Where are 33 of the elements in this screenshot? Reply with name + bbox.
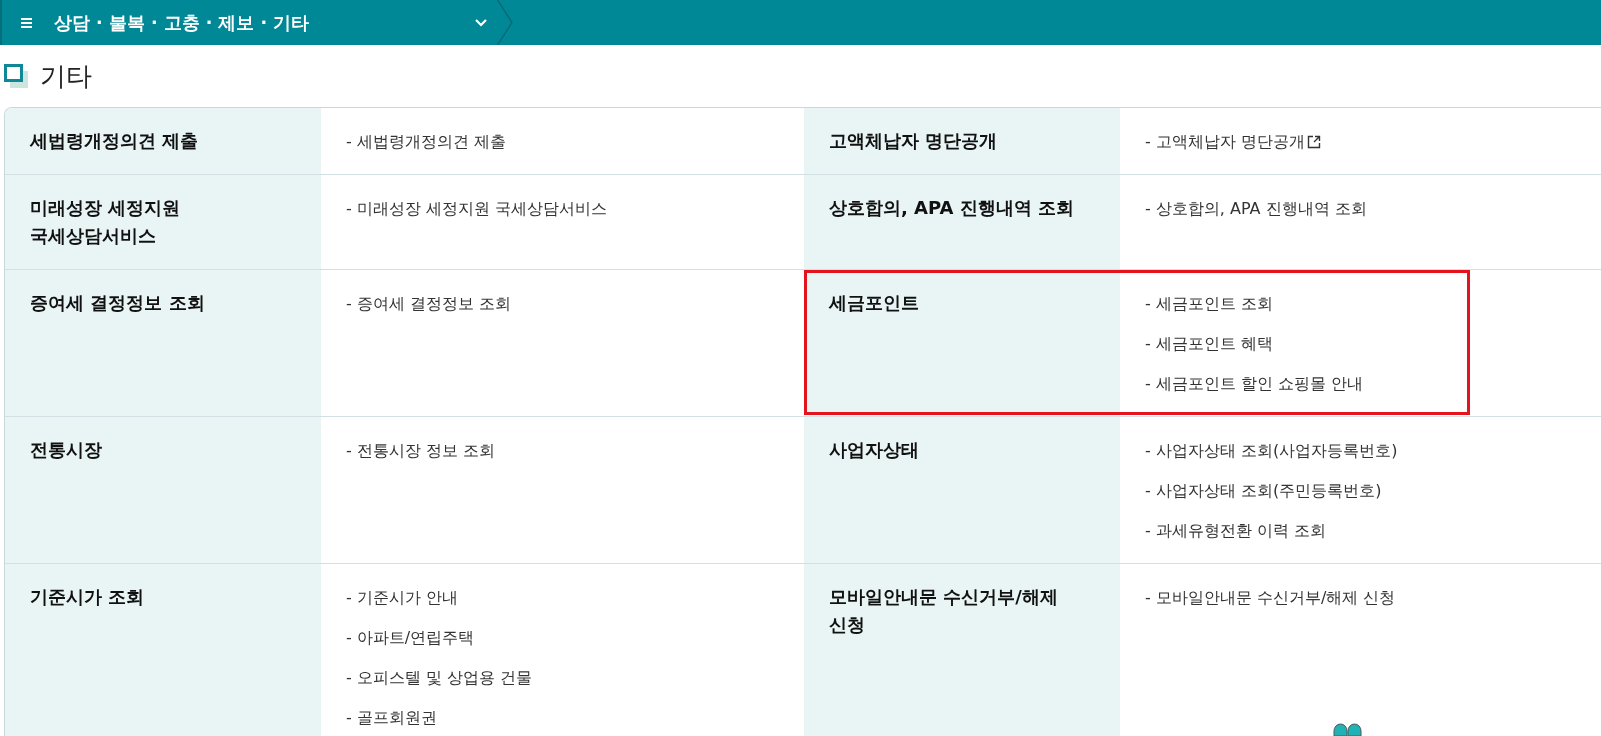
menu-link[interactable]: - 사업자상태 조회(사업자등록번호) xyxy=(1145,437,1398,465)
menu-link[interactable]: - 골프회원권 xyxy=(346,704,437,732)
category-label: 기준시가 조회 xyxy=(5,564,321,736)
category-label: 증여세 결정정보 조회 xyxy=(5,270,321,416)
ears-icon xyxy=(1333,723,1363,736)
menu-icon xyxy=(21,17,32,28)
page-title: 기타 xyxy=(40,60,92,92)
menu-link[interactable]: - 과세유형전환 이력 조회 xyxy=(1145,517,1327,545)
category-label: 사업자상태 xyxy=(804,417,1120,563)
square-bullet-icon xyxy=(4,64,28,88)
menu-link[interactable]: - 세금포인트 혜택 xyxy=(1145,330,1273,358)
menu-link[interactable]: - 세법령개정의견 제출 xyxy=(346,128,506,156)
category-label: 세금포인트 xyxy=(804,270,1120,416)
category-label: 미래성장 세정지원 국세상담서비스 xyxy=(5,175,321,269)
category-label: 상호합의, APA 진행내역 조회 xyxy=(804,175,1120,269)
menu-link[interactable]: - 기준시가 안내 xyxy=(346,584,458,612)
menu-link[interactable]: - 모바일안내문 수신거부/해제 신청 xyxy=(1145,584,1396,612)
menu-link[interactable]: - 전통시장 정보 조회 xyxy=(346,437,496,465)
chevron-down-icon xyxy=(475,18,487,27)
menu-link[interactable]: - 상호합의, APA 진행내역 조회 xyxy=(1145,195,1367,223)
menu-link[interactable]: - 세금포인트 할인 쇼핑몰 안내 xyxy=(1145,370,1364,398)
menu-link[interactable]: - 고액체납자 명단공개 xyxy=(1145,128,1321,156)
menu-link[interactable]: - 미래성장 세정지원 국세상담서비스 xyxy=(346,195,608,223)
menu-link[interactable]: - 증여세 결정정보 조회 xyxy=(346,290,512,318)
menu-dropdown-button[interactable]: 상담 · 불복 · 고충 · 제보 · 기타 xyxy=(2,0,497,45)
category-label: 전통시장 xyxy=(5,417,321,563)
menu-link[interactable]: - 아파트/연립주택 xyxy=(346,624,475,652)
menu-link[interactable]: - 오피스텔 및 상업용 건물 xyxy=(346,664,533,692)
category-label: 모바일안내문 수신거부/해제 신청 xyxy=(804,564,1120,736)
category-label: 세법령개정의견 제출 xyxy=(5,108,321,174)
menu-link[interactable]: - 사업자상태 조회(주민등록번호) xyxy=(1145,477,1382,505)
menu-link[interactable]: - 세금포인트 조회 xyxy=(1145,290,1273,318)
category-label: 고액체납자 명단공개 xyxy=(804,108,1120,174)
